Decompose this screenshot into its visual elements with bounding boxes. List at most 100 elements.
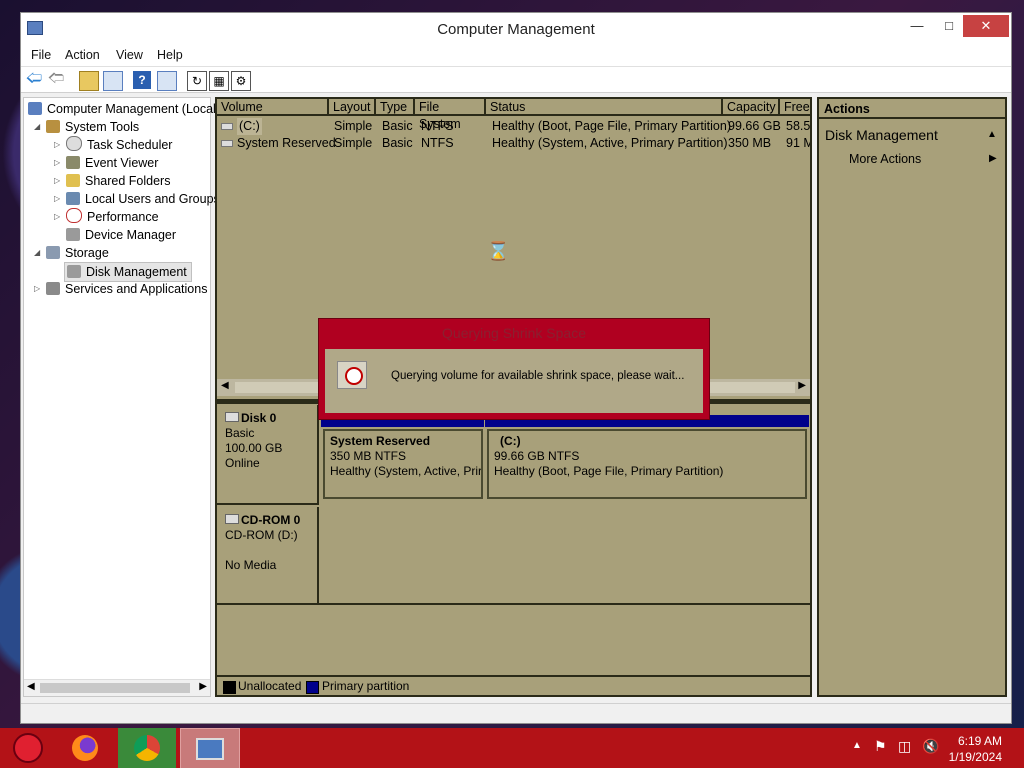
title-bar[interactable]: Computer Management — □ ✕: [21, 13, 1011, 45]
menu-file[interactable]: File: [31, 48, 51, 62]
taskbar-chrome[interactable]: [118, 728, 176, 768]
computer-management-icon: [196, 738, 224, 760]
action-center-flag-icon[interactable]: ⚑: [874, 738, 887, 755]
submenu-arrow-icon[interactable]: ▶: [989, 153, 997, 164]
dialog-message: Querying volume for available shrink spa…: [391, 370, 685, 382]
settings-icon[interactable]: ⚙: [231, 71, 251, 91]
scroll-right-icon[interactable]: ▶: [798, 380, 806, 391]
menu-action[interactable]: Action: [65, 48, 100, 62]
show-hide-action-pane-icon[interactable]: [157, 71, 177, 91]
forward-arrow-icon[interactable]: 🢢: [47, 70, 65, 89]
show-hide-tree-icon[interactable]: [103, 71, 123, 91]
volume-muted-icon[interactable]: 🔇: [922, 738, 939, 755]
storage-icon: [46, 246, 60, 259]
tree-item-shared-folders[interactable]: Shared Folders: [66, 172, 170, 190]
computer-icon: [28, 102, 42, 115]
window-title: Computer Management: [437, 21, 595, 38]
start-orb-icon: [13, 733, 43, 763]
tree-item-device-manager[interactable]: Device Manager: [66, 226, 176, 244]
column-header-capacity[interactable]: Capacity: [723, 99, 780, 116]
disk-management-icon: [67, 265, 81, 278]
partition-system-reserved[interactable]: System Reserved 350 MB NTFS Healthy (Sys…: [323, 429, 483, 499]
column-header-free[interactable]: Free: [780, 99, 812, 116]
tree-item-system-tools[interactable]: System Tools: [46, 118, 139, 136]
actions-pane: Actions Disk Management ▲ More Actions ▶: [817, 97, 1007, 697]
dialog-body: Querying volume for available shrink spa…: [325, 349, 703, 413]
taskbar-firefox[interactable]: [56, 728, 114, 768]
tree-item-disk-management[interactable]: Disk Management: [64, 262, 192, 282]
expand-arrow-icon[interactable]: ▷: [54, 136, 62, 154]
primary-partition-swatch: [306, 681, 319, 694]
menu-bar: File Action View Help: [21, 45, 1011, 67]
volume-list-header: Volume Layout Type File System Status Ca…: [217, 99, 812, 131]
actions-section-disk-management[interactable]: Disk Management: [825, 127, 938, 143]
column-header-layout[interactable]: Layout: [329, 99, 376, 116]
collapse-arrow-icon[interactable]: ◢: [34, 244, 42, 262]
help-icon[interactable]: ?: [133, 71, 151, 89]
expand-arrow-icon[interactable]: ▷: [54, 208, 62, 226]
close-button[interactable]: ✕: [963, 15, 1009, 37]
collapse-arrow-icon[interactable]: ◢: [34, 118, 42, 136]
column-header-file-system[interactable]: File System: [415, 99, 486, 131]
legend-unallocated: Unallocated: [238, 679, 302, 693]
expand-arrow-icon[interactable]: ▷: [34, 280, 42, 298]
disk-0-label[interactable]: Disk 0 Basic 100.00 GB Online: [217, 405, 319, 505]
collapse-section-icon[interactable]: ▲: [987, 129, 997, 140]
tree-horizontal-scrollbar[interactable]: ◀ ▶: [24, 679, 210, 696]
expand-arrow-icon[interactable]: ▷: [54, 154, 62, 172]
clock-icon: [66, 136, 82, 151]
partition-c[interactable]: (C:) 99.66 GB NTFS Healthy (Boot, Page F…: [487, 429, 807, 499]
scroll-left-icon[interactable]: ◀: [27, 681, 35, 692]
services-icon: [46, 282, 60, 295]
toolbar: 🢠 🢢 ? ↻ ▦ ⚙: [21, 67, 1011, 93]
cdrom-icon: [225, 514, 239, 524]
event-viewer-icon: [66, 156, 80, 169]
up-folder-icon[interactable]: [79, 71, 99, 91]
more-actions-item[interactable]: More Actions: [849, 152, 921, 166]
tools-icon: [46, 120, 60, 133]
tree-item-task-scheduler[interactable]: Task Scheduler: [66, 136, 172, 154]
disk-icon: [225, 412, 239, 422]
column-header-status[interactable]: Status: [486, 99, 723, 116]
maximize-button[interactable]: □: [935, 15, 963, 37]
status-bar: [21, 703, 1011, 723]
clock-time[interactable]: 6:19 AM: [958, 734, 1002, 748]
actions-header: Actions: [819, 99, 1005, 119]
tree-item-services-and-applications[interactable]: Services and Applications: [46, 280, 207, 298]
drive-icon: [221, 140, 233, 147]
show-hidden-icons-icon[interactable]: ▲: [852, 740, 862, 751]
cdrom-0-label[interactable]: CD-ROM 0 CD-ROM (D:) No Media: [217, 507, 319, 605]
chrome-icon: [134, 735, 160, 761]
column-header-type[interactable]: Type: [376, 99, 415, 116]
expand-arrow-icon[interactable]: ▷: [54, 172, 62, 190]
tree-item-storage[interactable]: Storage: [46, 244, 109, 262]
performance-icon: [66, 208, 82, 223]
taskbar-computer-management[interactable]: [180, 728, 240, 768]
drive-icon: [221, 123, 233, 130]
column-header-volume[interactable]: Volume: [217, 99, 329, 116]
dialog-title: Querying Shrink Space: [442, 325, 586, 341]
tree-item-event-viewer[interactable]: Event Viewer: [66, 154, 158, 172]
legend: Unallocated Primary partition: [217, 675, 810, 695]
legend-primary-partition: Primary partition: [322, 679, 410, 693]
scroll-left-icon[interactable]: ◀: [221, 380, 229, 391]
scrollbar-thumb[interactable]: [40, 683, 190, 693]
taskbar: ▲ ⚑ ◫ 🔇 6:19 AM 1/19/2024: [0, 728, 1024, 768]
back-arrow-icon[interactable]: 🢠: [25, 70, 43, 89]
refresh-icon[interactable]: ↻: [187, 71, 207, 91]
cdrom-media-area: [319, 507, 810, 605]
properties-icon[interactable]: ▦: [209, 71, 229, 91]
scroll-right-icon[interactable]: ▶: [199, 681, 207, 692]
minimize-button[interactable]: —: [903, 15, 931, 37]
tree-item-performance[interactable]: Performance: [66, 208, 159, 226]
menu-help[interactable]: Help: [157, 48, 183, 62]
clock-date[interactable]: 1/19/2024: [949, 750, 1002, 764]
network-icon[interactable]: ◫: [898, 738, 911, 755]
start-button[interactable]: [0, 728, 56, 768]
expand-arrow-icon[interactable]: ▷: [54, 190, 62, 208]
menu-view[interactable]: View: [116, 48, 143, 62]
firefox-icon: [72, 735, 98, 761]
tree-item-computer-management[interactable]: Computer Management (Local: [28, 100, 216, 118]
shared-folder-icon: [66, 174, 80, 187]
tree-item-local-users-and-groups[interactable]: Local Users and Groups: [66, 190, 220, 208]
